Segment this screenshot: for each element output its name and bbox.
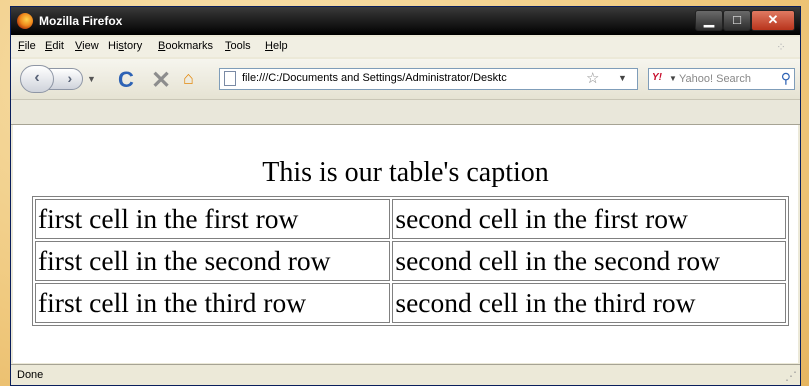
activity-throbber-icon: ⁘ <box>776 40 787 54</box>
menu-help[interactable]: Help <box>265 40 288 52</box>
reload-icon[interactable]: C <box>118 67 134 93</box>
table-cell: second cell in the first row <box>392 199 786 239</box>
bookmarks-toolbar <box>11 100 800 125</box>
url-text[interactable]: file:///C:/Documents and Settings/Admini… <box>242 72 582 84</box>
menu-bookmarks[interactable]: Bookmarks <box>158 40 213 52</box>
table-row: first cell in the third row second cell … <box>35 283 786 323</box>
table-cell: second cell in the third row <box>392 283 786 323</box>
title-bar[interactable]: Mozilla Firefox ▁ □ ✕ <box>11 7 800 35</box>
firefox-logo-icon <box>17 13 33 29</box>
minimize-icon: ▁ <box>704 12 714 27</box>
minimize-button[interactable]: ▁ <box>695 10 723 31</box>
url-dropdown-icon[interactable]: ▼ <box>618 73 627 83</box>
menu-history[interactable]: History <box>108 40 142 52</box>
search-input[interactable]: Yahoo! Search <box>679 73 751 85</box>
back-icon: ‹ <box>34 69 40 86</box>
forward-icon: › <box>59 70 73 86</box>
maximize-icon: □ <box>733 12 741 27</box>
table-row: first cell in the first row second cell … <box>35 199 786 239</box>
history-dropdown-icon[interactable]: ▼ <box>87 74 96 84</box>
menu-view[interactable]: View <box>75 40 99 52</box>
search-box[interactable]: Y! ▼ Yahoo! Search ⚲ <box>648 68 795 90</box>
maximize-button[interactable]: □ <box>723 10 751 31</box>
back-button[interactable]: ‹ <box>20 65 54 93</box>
home-icon[interactable]: ⌂ <box>183 68 194 89</box>
content-table: first cell in the first row second cell … <box>32 196 789 326</box>
table-cell: first cell in the second row <box>35 241 391 281</box>
close-icon: ✕ <box>767 12 779 27</box>
bookmark-star-icon[interactable]: ☆ <box>586 69 599 87</box>
forward-button[interactable]: › <box>49 68 83 90</box>
status-bar: Done ⋰ <box>11 364 800 385</box>
browser-window: Mozilla Firefox ▁ □ ✕ File Edit View His… <box>10 6 801 386</box>
status-text: Done <box>17 369 44 381</box>
table-cell: second cell in the second row <box>392 241 786 281</box>
navigation-toolbar: › ‹ ▼ C ✕ ⌂ file:///C:/Documents and Set… <box>11 59 800 100</box>
page-icon <box>224 71 236 86</box>
url-bar[interactable]: file:///C:/Documents and Settings/Admini… <box>219 68 638 90</box>
table-cell: first cell in the first row <box>35 199 391 239</box>
resize-grip-icon[interactable]: ⋰ <box>785 369 797 383</box>
table-row: first cell in the second row second cell… <box>35 241 786 281</box>
search-magnifier-icon[interactable]: ⚲ <box>781 70 791 87</box>
table-caption: This is our table's caption <box>262 157 549 188</box>
close-button[interactable]: ✕ <box>751 10 795 31</box>
search-engine-badge[interactable]: Y! <box>652 72 662 83</box>
search-engine-dropdown-icon[interactable]: ▼ <box>669 74 677 83</box>
menu-tools[interactable]: Tools <box>225 40 251 52</box>
table-cell: first cell in the third row <box>35 283 391 323</box>
window-title: Mozilla Firefox <box>39 14 123 28</box>
page-content: This is our table's caption first cell i… <box>13 125 798 363</box>
menu-file[interactable]: File <box>18 40 36 52</box>
stop-icon[interactable]: ✕ <box>151 66 171 95</box>
menu-edit[interactable]: Edit <box>45 40 64 52</box>
menu-bar: File Edit View History Bookmarks Tools H… <box>11 37 800 57</box>
